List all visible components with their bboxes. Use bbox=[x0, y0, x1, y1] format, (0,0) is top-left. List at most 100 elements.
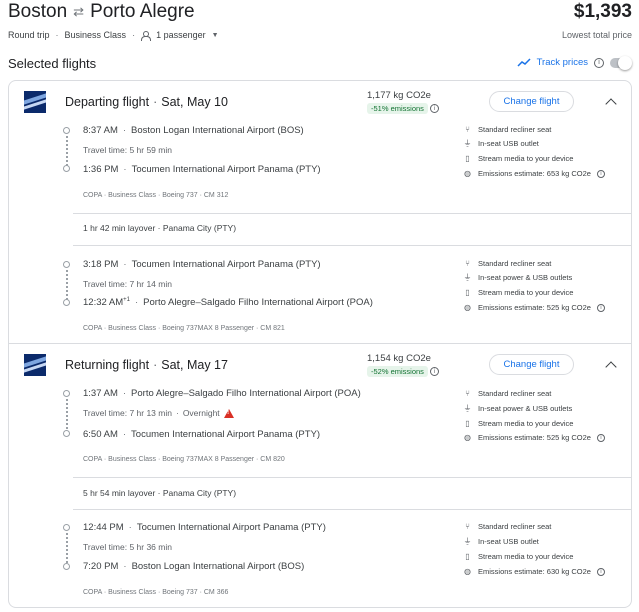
arrival-airport: Tocumen International Airport Panama (PT… bbox=[131, 429, 321, 440]
flight-direction: Returning flight bbox=[65, 358, 150, 372]
info-icon[interactable]: i bbox=[596, 567, 605, 576]
departure-time: 8:37 AM bbox=[83, 125, 118, 136]
departure-row: 8:37 AM · Boston Logan International Airpo… bbox=[83, 125, 304, 136]
travel-time: Travel time: 7 hr 13 min · Overnight bbox=[83, 408, 234, 418]
flight-details: COPA · Business Class · Boeing 737 · CM … bbox=[83, 589, 229, 596]
arrival-dot bbox=[63, 430, 70, 437]
airline-logo bbox=[24, 91, 46, 113]
amenity-power: ⏚ In-seat power & USB outlets bbox=[463, 273, 573, 282]
divider bbox=[73, 213, 631, 214]
departure-time: 3:18 PM bbox=[83, 259, 119, 270]
chevron-up-icon[interactable] bbox=[605, 98, 617, 110]
phone-media-icon: ▯ bbox=[465, 288, 470, 297]
globe-icon: ◍ bbox=[464, 567, 471, 576]
separator-dot: · bbox=[55, 30, 59, 40]
flight-details: COPA · Business Class · Boeing 737 · CM … bbox=[83, 192, 229, 199]
divider bbox=[73, 509, 631, 510]
origin-city: Boston bbox=[8, 1, 68, 22]
passenger-selector[interactable]: 1 passenger bbox=[156, 30, 206, 40]
power-outlet-icon: ⏚ bbox=[463, 139, 472, 148]
seat-icon: ⑂ bbox=[465, 125, 470, 134]
flight-direction: Departing flight bbox=[65, 95, 150, 109]
track-prices[interactable]: Track prices i bbox=[517, 55, 632, 70]
warning-icon bbox=[223, 408, 234, 418]
info-icon[interactable]: i bbox=[430, 367, 439, 376]
cabin-class: Business Class bbox=[64, 30, 127, 40]
arrival-airport: Porto Alegre–Salgado Filho International… bbox=[143, 297, 373, 309]
info-icon[interactable]: i bbox=[596, 303, 605, 312]
route-line bbox=[66, 270, 68, 300]
amenity-emissions: ◍ Emissions estimate: 653 kg CO2e i bbox=[463, 169, 605, 178]
power-outlet-icon: ⏚ bbox=[463, 273, 472, 282]
flight-heading: Departing flight · Sat, May 10 bbox=[65, 95, 228, 109]
arrival-time: 1:36 PM bbox=[83, 164, 119, 175]
departure-dot bbox=[63, 524, 70, 531]
seat-icon: ⑂ bbox=[465, 259, 470, 268]
amenity-seat: ⑂ Standard recliner seat bbox=[463, 389, 551, 398]
arrival-dot bbox=[63, 563, 70, 570]
emissions-badge: -52% emissions bbox=[367, 366, 428, 377]
amenity-seat: ⑂ Standard recliner seat bbox=[463, 125, 551, 134]
arrival-time: 12:32 AM+1 bbox=[83, 297, 130, 309]
globe-icon: ◍ bbox=[464, 169, 471, 178]
departure-time: 1:37 AM bbox=[83, 388, 118, 399]
globe-icon: ◍ bbox=[464, 303, 471, 312]
phone-media-icon: ▯ bbox=[465, 419, 470, 428]
flight-date: Sat, May 10 bbox=[161, 95, 228, 109]
separator-dot: · bbox=[132, 30, 136, 40]
arrival-airport: Boston Logan International Airport (BOS) bbox=[131, 561, 305, 572]
amenity-media: ▯ Stream media to your device bbox=[463, 419, 573, 428]
amenity-media: ▯ Stream media to your device bbox=[463, 154, 573, 163]
amenity-power: ⏚ In-seat USB outlet bbox=[463, 139, 539, 148]
section-title: Selected flights bbox=[8, 56, 97, 71]
overnight-label: Overnight bbox=[182, 408, 220, 418]
caret-down-icon[interactable]: ▼ bbox=[212, 32, 219, 39]
returning-flight-card: Returning flight · Sat, May 17 1,154 kg CO… bbox=[8, 344, 632, 608]
swap-arrows-icon: ⇄ bbox=[73, 4, 85, 19]
departure-dot bbox=[63, 390, 70, 397]
departure-row: 3:18 PM · Tocumen International Airport Pa… bbox=[83, 259, 321, 270]
info-icon[interactable]: i bbox=[594, 57, 604, 68]
amenity-media: ▯ Stream media to your device bbox=[463, 552, 573, 561]
layover-info: 5 hr 54 min layover · Panama City (PTY) bbox=[83, 488, 237, 498]
amenity-emissions: ◍ Emissions estimate: 525 kg CO2e i bbox=[463, 303, 605, 312]
arrival-row: 7:20 PM · Boston Logan International Airpo… bbox=[83, 561, 305, 572]
arrival-row: 1:36 PM · Tocumen International Airport Pa… bbox=[83, 164, 321, 175]
track-prices-toggle[interactable] bbox=[610, 55, 632, 70]
flight-date: Sat, May 17 bbox=[161, 358, 228, 372]
amenity-power: ⏚ In-seat power & USB outlets bbox=[463, 404, 573, 413]
seat-icon: ⑂ bbox=[465, 389, 470, 398]
co2-total: 1,177 kg CO2e bbox=[367, 90, 431, 101]
departure-airport: Boston Logan International Airport (BOS) bbox=[131, 125, 304, 136]
arrival-time: 7:20 PM bbox=[83, 561, 119, 572]
travel-time: Travel time: 5 hr 36 min bbox=[83, 542, 172, 552]
info-icon[interactable]: i bbox=[596, 169, 605, 178]
emissions-badge: -51% emissions bbox=[367, 103, 428, 114]
change-flight-button[interactable]: Change flight bbox=[489, 91, 574, 112]
route-line bbox=[66, 136, 68, 166]
info-icon[interactable]: i bbox=[596, 433, 605, 442]
departure-airport: Tocumen International Airport Panama (PT… bbox=[136, 522, 326, 533]
co2-total: 1,154 kg CO2e bbox=[367, 353, 431, 364]
arrival-time: 6:50 AM bbox=[83, 429, 118, 440]
person-icon bbox=[141, 30, 152, 41]
departure-dot bbox=[63, 261, 70, 268]
route-line bbox=[66, 533, 68, 563]
power-outlet-icon: ⏚ bbox=[463, 404, 472, 413]
price-note: Lowest total price bbox=[561, 30, 632, 40]
travel-time: Travel time: 7 hr 14 min bbox=[83, 279, 172, 289]
trip-summary: Round trip · Business Class · 1 passenge… bbox=[8, 30, 219, 41]
track-prices-label[interactable]: Track prices bbox=[537, 57, 588, 68]
amenity-seat: ⑂ Standard recliner seat bbox=[463, 259, 551, 268]
amenity-emissions: ◍ Emissions estimate: 630 kg CO2e i bbox=[463, 567, 605, 576]
layover-info: 1 hr 42 min layover · Panama City (PTY) bbox=[83, 223, 237, 233]
route-line bbox=[66, 399, 68, 429]
departure-row: 1:37 AM · Porto Alegre–Salgado Filho Inter… bbox=[83, 388, 361, 399]
info-icon[interactable]: i bbox=[430, 104, 439, 113]
chevron-up-icon[interactable] bbox=[605, 361, 617, 373]
globe-icon: ◍ bbox=[464, 433, 471, 442]
divider bbox=[73, 477, 631, 478]
change-flight-button[interactable]: Change flight bbox=[489, 354, 574, 375]
departing-flight-card: Departing flight · Sat, May 10 1,177 kg CO… bbox=[8, 80, 632, 344]
trend-icon bbox=[517, 58, 531, 67]
